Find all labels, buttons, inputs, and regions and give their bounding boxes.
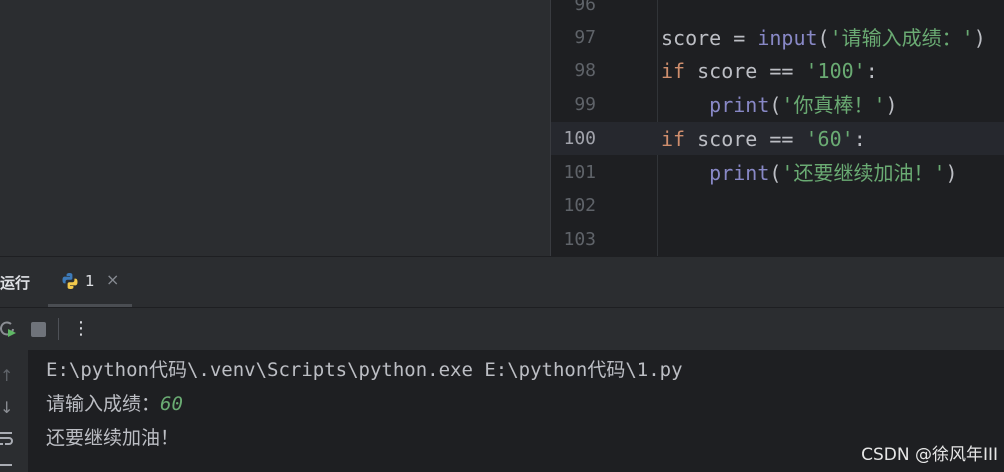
code-token: : — [865, 59, 878, 83]
code-token: ( — [817, 26, 830, 50]
editor-left-pane — [0, 0, 550, 256]
active-tab-underline — [48, 304, 132, 307]
code-token: ) — [945, 161, 958, 185]
code-token: '你真棒！' — [781, 93, 886, 117]
line-number: 98 — [574, 60, 596, 81]
code-token: if — [661, 127, 686, 151]
code-token: ) — [973, 26, 986, 50]
code-token: if — [661, 59, 686, 83]
line-number: 100 — [563, 128, 596, 149]
line-number: 96 — [574, 0, 596, 15]
code-token: print — [661, 93, 770, 117]
rerun-icon[interactable] — [0, 320, 16, 338]
more-options-icon[interactable]: ⋮ — [72, 318, 90, 340]
run-tool-window-header — [0, 256, 1004, 307]
watermark: CSDN @徐风年III — [861, 445, 998, 465]
console-command-line: E:\python代码\.venv\Scripts\python.exe E:\… — [46, 359, 683, 381]
console-result-line: 还要继续加油！ — [46, 427, 180, 449]
run-toolbar — [0, 308, 1004, 350]
code-token: '请输入成绩：' — [829, 26, 974, 50]
line-number: 103 — [563, 229, 596, 250]
console-input-line: 请输入成绩：60 — [46, 387, 183, 421]
scroll-to-end-icon[interactable] — [0, 462, 14, 472]
code-token: score == — [685, 59, 806, 83]
soft-wrap-icon[interactable] — [0, 430, 14, 446]
stop-icon[interactable] — [31, 322, 46, 337]
code-line[interactable]: print('你真棒！') — [661, 88, 898, 122]
code-token: print — [661, 161, 770, 185]
code-line[interactable]: print('还要继续加油！') — [661, 156, 958, 190]
code-token: ( — [769, 93, 782, 117]
run-tab-label: 1 — [85, 272, 95, 290]
line-number: 101 — [563, 162, 596, 183]
code-token: '还要继续加油！' — [781, 161, 946, 185]
code-token: '100' — [805, 59, 866, 83]
code-token: : — [853, 127, 866, 151]
close-icon[interactable]: × — [106, 270, 119, 289]
line-number: 97 — [574, 27, 596, 48]
console-input-value: 60 — [160, 393, 183, 415]
arrow-down-icon[interactable]: ↓ — [0, 398, 13, 417]
arrow-up-icon[interactable]: ↑ — [0, 366, 13, 385]
code-token: score == — [685, 127, 806, 151]
code-line[interactable]: score = input('请输入成绩：') — [661, 21, 986, 55]
line-number: 102 — [563, 195, 596, 216]
python-icon — [62, 273, 78, 289]
code-line[interactable]: if score == '100': — [661, 54, 878, 88]
console-prompt: 请输入成绩： — [46, 393, 161, 415]
code-token: input — [757, 26, 818, 50]
code-line[interactable]: if score == '60': — [661, 122, 866, 156]
run-panel-title[interactable]: 运行 — [0, 272, 30, 293]
code-token: ( — [769, 161, 782, 185]
line-number: 99 — [574, 94, 596, 115]
code-token: score = — [661, 26, 758, 50]
toolbar-separator — [58, 318, 59, 340]
code-token: ) — [885, 93, 898, 117]
code-token: '60' — [805, 127, 854, 151]
